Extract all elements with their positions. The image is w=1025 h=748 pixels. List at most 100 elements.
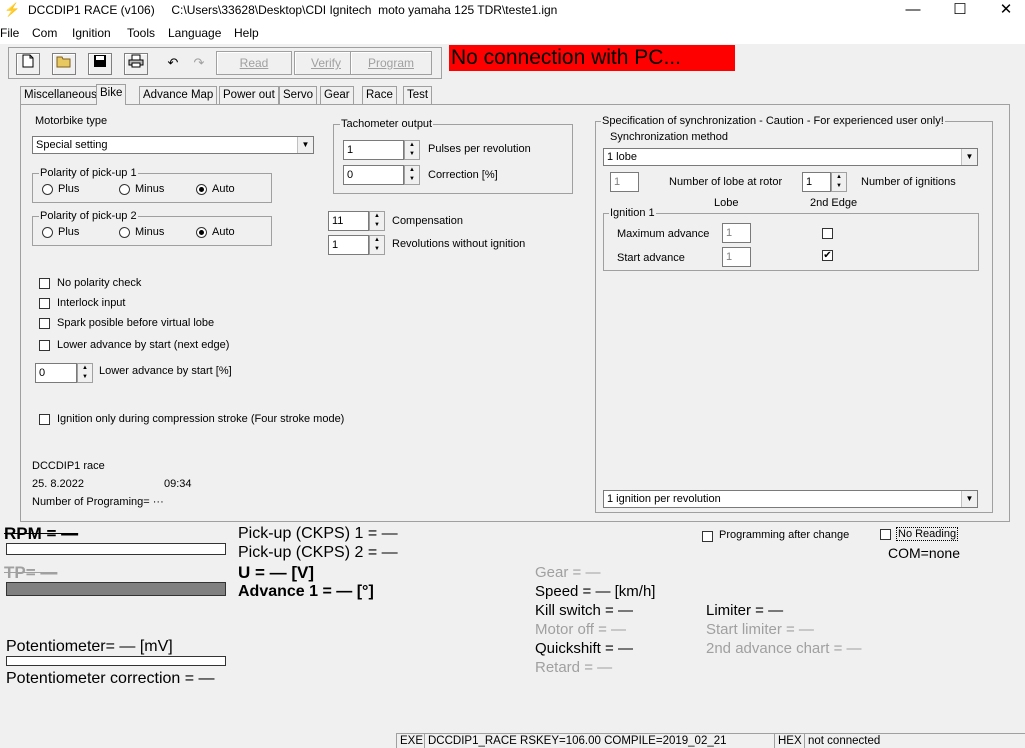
no-polarity-label: No polarity check <box>57 277 142 289</box>
ignitions-input[interactable]: 1 <box>802 172 831 192</box>
polarity2-minus-label: Minus <box>135 226 165 238</box>
spark-virtual-checkbox[interactable] <box>39 318 50 329</box>
sync-method-label: Synchronization method <box>610 131 729 143</box>
tab-miscellaneous[interactable]: Miscellaneous <box>20 86 101 104</box>
start-limiter-readout: Start limiter = — <box>706 621 814 638</box>
lower-adv-pct-input[interactable]: 0 <box>35 363 77 383</box>
retard-readout: Retard = — <box>535 659 613 676</box>
compensation-input[interactable]: 11 <box>328 211 369 231</box>
tab-gear[interactable]: Gear <box>320 86 354 104</box>
motorbike-type-select[interactable]: Special setting ▼ <box>32 136 314 154</box>
programming-count: Number of Programing= ··· <box>32 496 164 508</box>
close-button[interactable]: ✕ <box>983 0 1025 22</box>
pulses-input[interactable]: 1 <box>343 140 404 160</box>
advance1-readout: Advance 1 = — [°] <box>238 583 374 600</box>
no-reading-checkbox[interactable] <box>880 529 891 540</box>
rev-without-label: Revolutions without ignition <box>392 238 526 250</box>
speed-readout: Speed = — [km/h] <box>535 583 656 600</box>
no-reading-label: No Reading <box>896 527 959 541</box>
app-title: DCCDIP1 RACE (v106) <box>28 3 155 17</box>
pickup2-readout: Pick-up (CKPS) 2 = — <box>238 544 398 561</box>
polarity1-auto-radio[interactable] <box>196 184 207 195</box>
correction-input[interactable]: 0 <box>343 165 404 185</box>
menu-tools[interactable]: Tools <box>127 26 155 40</box>
max-advance-input[interactable]: 1 <box>722 223 751 243</box>
sync-method-select[interactable]: 1 lobe ▼ <box>603 148 978 166</box>
new-file-icon[interactable] <box>16 53 40 75</box>
tachometer-label: Tachometer output <box>340 118 434 130</box>
window-title: DCCDIP1 RACE (v106) C:\Users\33628\Deskt… <box>28 3 557 17</box>
menu-help[interactable]: Help <box>234 26 259 40</box>
maximize-button[interactable]: ☐ <box>937 0 983 22</box>
toolbar: ↶ ↷ Read Verify Program <box>8 47 442 79</box>
polarity2-plus-radio[interactable] <box>42 227 53 238</box>
verify-button[interactable]: Verify <box>294 51 358 75</box>
polarity2-label: Polarity of pick-up 2 <box>39 210 138 222</box>
lower-adv-pct-spinner[interactable]: ▲ ▼ <box>77 363 93 383</box>
max-advance-2nd-edge-checkbox[interactable] <box>822 228 833 239</box>
rev-without-spinner[interactable]: ▲ ▼ <box>369 235 385 255</box>
menu-language[interactable]: Language <box>168 26 221 40</box>
ignitions-per-rev-select[interactable]: 1 ignition per revolution ▼ <box>603 490 978 508</box>
compensation-spinner[interactable]: ▲ ▼ <box>369 211 385 231</box>
menu-ignition[interactable]: Ignition <box>72 26 111 40</box>
polarity1-label: Polarity of pick-up 1 <box>39 167 138 179</box>
start-advance-input[interactable]: 1 <box>722 247 751 267</box>
tab-race[interactable]: Race <box>362 86 397 104</box>
tab-bike[interactable]: Bike <box>96 84 127 105</box>
tab-power-out[interactable]: Power out <box>219 86 279 104</box>
open-folder-icon[interactable] <box>52 53 76 75</box>
lower-adv-next-checkbox[interactable] <box>39 340 50 351</box>
correction-spinner[interactable]: ▲ ▼ <box>404 165 420 185</box>
polarity1-minus-label: Minus <box>135 183 165 195</box>
kill-switch-readout: Kill switch = — <box>535 602 633 619</box>
sync-method-value: 1 lobe <box>607 151 637 163</box>
redo-icon[interactable]: ↷ <box>187 53 211 75</box>
pulses-spinner[interactable]: ▲ ▼ <box>404 140 420 160</box>
menu-file[interactable]: File <box>0 26 19 40</box>
lobe-column-header: Lobe <box>714 197 739 209</box>
polarity1-minus-radio[interactable] <box>119 184 130 195</box>
programming-after-change-checkbox[interactable] <box>702 531 713 542</box>
max-advance-label: Maximum advance <box>617 228 710 240</box>
read-button[interactable]: Read <box>216 51 292 75</box>
motorbike-type-value: Special setting <box>36 139 108 151</box>
program-date: 25. 8.2022 <box>32 478 84 490</box>
ignition1-label: Ignition 1 <box>609 207 656 219</box>
start-advance-label: Start advance <box>617 252 685 264</box>
polarity1-plus-label: Plus <box>58 183 80 195</box>
no-polarity-checkbox[interactable] <box>39 278 50 289</box>
limiter-readout: Limiter = — <box>706 602 784 619</box>
lobes-input[interactable]: 1 <box>610 172 639 192</box>
tab-advance-map[interactable]: Advance Map <box>139 86 218 104</box>
program-button[interactable]: Program <box>350 51 432 75</box>
interlock-checkbox[interactable] <box>39 298 50 309</box>
save-icon[interactable] <box>88 53 112 75</box>
status-bar: EXE DCCDIP1_RACE RSKEY=106.00 COMPILE=20… <box>0 733 1025 748</box>
polarity1-auto-label: Auto <box>212 183 235 195</box>
ignition-compression-checkbox[interactable] <box>39 414 50 425</box>
lower-adv-next-label: Lower advance by start (next edge) <box>57 339 230 351</box>
rpm-bar <box>6 543 226 555</box>
polarity2-auto-radio[interactable] <box>196 227 207 238</box>
pulses-label: Pulses per revolution <box>428 143 531 155</box>
polarity1-plus-radio[interactable] <box>42 184 53 195</box>
tab-test[interactable]: Test <box>403 86 433 104</box>
undo-icon[interactable]: ↶ <box>161 53 185 75</box>
polarity2-minus-radio[interactable] <box>119 227 130 238</box>
chevron-down-icon: ▼ <box>961 149 977 165</box>
motor-off-readout: Motor off = — <box>535 621 627 638</box>
tab-servo[interactable]: Servo <box>279 86 318 104</box>
spark-virtual-label: Spark posible before virtual lobe <box>57 317 215 329</box>
com-port-readout: COM=none <box>888 545 960 561</box>
print-icon[interactable] <box>124 53 148 75</box>
rev-without-input[interactable]: 1 <box>328 235 369 255</box>
minimize-button[interactable]: — <box>890 0 936 22</box>
sync-label: Specification of synchronization - Cauti… <box>601 115 945 127</box>
polarity2-plus-label: Plus <box>58 226 80 238</box>
menu-com[interactable]: Com <box>32 26 57 40</box>
polarity2-auto-label: Auto <box>212 226 235 238</box>
ignitions-spinner[interactable]: ▲ ▼ <box>831 172 847 192</box>
start-advance-2nd-edge-checkbox[interactable]: ✔ <box>822 250 833 261</box>
gear-readout: Gear = — <box>535 564 601 581</box>
